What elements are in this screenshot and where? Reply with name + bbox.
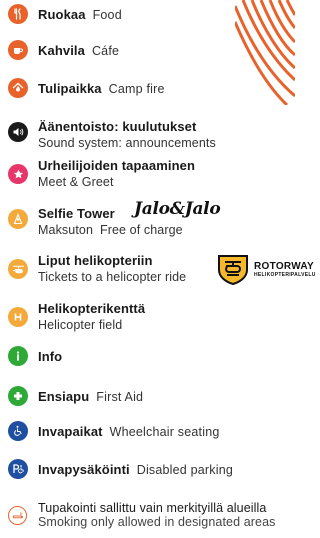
helipad-icon <box>8 307 28 327</box>
disabled-parking-icon <box>8 459 28 479</box>
helicopter-icon <box>8 259 28 279</box>
legend-item-sound-system: Äänentoisto: kuulutukset Sound system: a… <box>8 118 295 152</box>
wheelchair-icon <box>8 421 28 441</box>
star-icon <box>8 164 28 184</box>
speaker-icon <box>8 122 28 142</box>
item-label: Tupakointi sallittu vain merkityillä alu… <box>38 501 276 529</box>
item-label: Tulipaikka Camp fire <box>38 81 165 96</box>
smoking-icon <box>8 506 27 525</box>
campfire-icon <box>8 78 28 98</box>
legend-item-selfie-tower: Selfie Tower Maksuton Free of charge Jalo… <box>8 199 295 237</box>
legend-item-first-aid: Ensiapu First Aid <box>8 385 295 407</box>
item-label: Invapysäköinti Disabled parking <box>38 462 234 477</box>
item-label: Helikopterikenttä Helicopter field <box>38 301 146 332</box>
info-icon <box>8 346 28 366</box>
item-label: Ensiapu First Aid <box>38 389 144 404</box>
item-label: Ruokaa Food <box>38 7 122 22</box>
camera-tower-icon <box>8 209 28 229</box>
first-aid-icon <box>8 386 28 406</box>
legend-item-smoking: Tupakointi sallittu vain merkityillä alu… <box>8 501 295 535</box>
item-label: Äänentoisto: kuulutukset Sound system: a… <box>38 119 216 150</box>
legend-item-disabled-parking: Invapysäköinti Disabled parking <box>8 458 295 480</box>
item-label: Urheilijoiden tapaaminen Meet & Greet <box>38 158 195 189</box>
food-icon <box>8 4 28 24</box>
item-label: Liput helikopteriin Tickets to a helicop… <box>38 253 187 284</box>
legend-item-cafe: Kahvila Cáfe <box>8 39 295 61</box>
legend-item-wheelchair-seating: Invapaikat Wheelchair seating <box>8 420 295 442</box>
legend-item-info: Info <box>8 345 295 367</box>
legend-item-helicopter-field: Helikopterikenttä Helicopter field <box>8 300 295 334</box>
legend-item-campfire: Tulipaikka Camp fire <box>8 77 295 99</box>
rotorway-logo: ROTORWAY HELIKOPTERIPALVELU <box>216 253 316 285</box>
item-label: Invapaikat Wheelchair seating <box>38 424 220 439</box>
legend-item-food: Ruokaa Food <box>8 3 295 25</box>
coffee-icon <box>8 40 28 60</box>
jalo-jalo-logo: Jalo&Jalo <box>134 199 221 219</box>
item-label: Kahvila Cáfe <box>38 43 120 58</box>
item-label: Info <box>38 349 63 364</box>
rotorway-shield-icon <box>218 255 248 285</box>
legend-item-meet-greet: Urheilijoiden tapaaminen Meet & Greet <box>8 157 295 191</box>
